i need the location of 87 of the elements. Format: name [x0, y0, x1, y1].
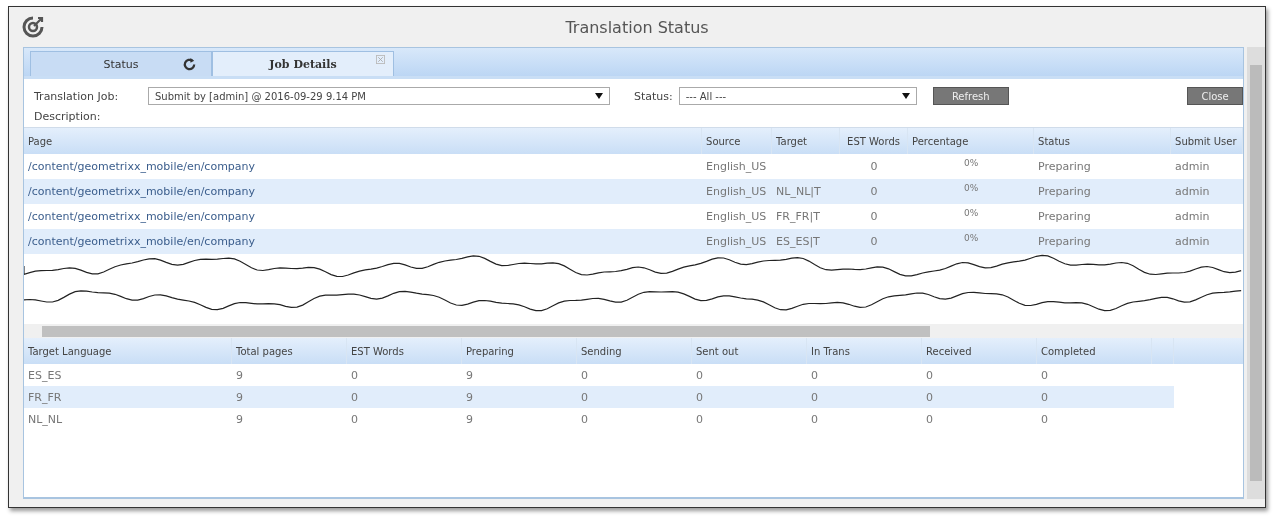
table-cell-text: 0 — [869, 159, 879, 175]
table-cell-text: 0% — [962, 207, 980, 220]
page-link[interactable]: /content/geometrixx_mobile/en/company — [24, 154, 703, 179]
table-cell-text: ES_ES|T — [775, 234, 821, 250]
table-cell-text: English_US — [705, 209, 768, 225]
table-cell-text: NL_NL — [27, 411, 64, 428]
table-cell-text: 0 — [580, 367, 589, 384]
table-cell-text: Preparing — [1037, 184, 1092, 200]
column-header[interactable]: Target — [772, 128, 841, 154]
table-cell-text: 0% — [962, 232, 980, 245]
table-cell-text: 9 — [235, 411, 244, 428]
column-header[interactable]: Target Language — [24, 338, 232, 364]
field-label: Description: — [34, 110, 102, 123]
column-header[interactable]: In Trans — [807, 338, 922, 364]
table-cell-text: 0 — [350, 411, 359, 428]
table-cell-text: 0 — [869, 209, 879, 225]
table-cell-text: 0 — [695, 411, 704, 428]
table-cell-text: 0 — [925, 367, 934, 384]
close-button[interactable]: Close — [1187, 87, 1244, 105]
table-cell-text: 9 — [235, 389, 244, 406]
table-cell-text: 9 — [465, 411, 474, 428]
table-cell-text: 0 — [810, 389, 819, 406]
logo-icon — [21, 15, 45, 39]
column-header[interactable]: Completed — [1037, 338, 1152, 364]
table-cell-text: 0 — [1040, 411, 1049, 428]
tab[interactable]: Job Details — [212, 51, 394, 76]
window-title: Translation Status — [564, 17, 710, 37]
table-cell-text: 0 — [580, 411, 589, 428]
horizontal-scrollbar[interactable] — [24, 324, 1244, 338]
status-dropdown[interactable]: --- All --- — [678, 87, 917, 105]
table-cell-text: 0 — [925, 389, 934, 406]
table-cell-text: 9 — [235, 367, 244, 384]
column-header[interactable]: Percentage — [908, 128, 1035, 154]
table-cell-text: 0 — [869, 234, 879, 250]
table-cell-text: 0 — [695, 367, 704, 384]
dropdown-arrow-icon — [901, 93, 910, 99]
table-cell-text: 9 — [465, 389, 474, 406]
table-cell-text: 0 — [350, 367, 359, 384]
table-cell-text: FR_FR — [27, 389, 63, 406]
table-cell-text: 0 — [1040, 367, 1049, 384]
column-header[interactable]: Submit User — [1171, 128, 1244, 154]
dropdown-arrow-icon — [595, 93, 603, 99]
page-link[interactable]: /content/geometrixx_mobile/en/company — [24, 204, 703, 229]
table-cell-text: admin — [1174, 209, 1211, 225]
table-cell-text: 0 — [869, 184, 879, 200]
table-cell-text: 0 — [925, 411, 934, 428]
vertical-scrollbar[interactable] — [1247, 47, 1265, 499]
table-cell-text: 0% — [962, 182, 980, 195]
table-cell-text: NL_NL|T — [775, 184, 822, 200]
table-cell-text: Preparing — [1037, 209, 1092, 225]
table-cell-text: 0 — [810, 367, 819, 384]
column-header[interactable]: Total pages — [232, 338, 347, 364]
tab[interactable]: Status — [30, 51, 212, 76]
refresh-button[interactable]: Refresh — [932, 87, 1009, 105]
table-cell-text: Preparing — [1037, 234, 1092, 250]
table-cell-text: FR_FR|T — [775, 209, 821, 225]
table-cell-text: ES_ES — [27, 367, 63, 384]
table-cell-text: 0% — [962, 157, 980, 170]
table-cell-text: English_US — [705, 234, 768, 250]
column-header[interactable]: Status — [1034, 128, 1172, 154]
table-cell-text: admin — [1174, 184, 1211, 200]
page-link[interactable]: /content/geometrixx_mobile/en/company — [24, 229, 703, 254]
column-header[interactable]: Received — [922, 338, 1037, 364]
table-cell-text: English_US — [705, 159, 768, 175]
column-header[interactable]: Sent out — [692, 338, 807, 364]
page-link[interactable]: /content/geometrixx_mobile/en/company — [24, 179, 703, 204]
field-label: Status: — [634, 89, 673, 103]
refresh-icon[interactable] — [182, 57, 197, 72]
table-cell-text: 0 — [580, 389, 589, 406]
field-label: Translation Job: — [34, 89, 120, 103]
table-cell-text: English_US — [705, 184, 768, 200]
close-icon[interactable] — [376, 55, 385, 64]
table-cell-text: 0 — [350, 389, 359, 406]
job-dropdown[interactable]: Submit by [admin] @ 2016-09-29 9.14 PM — [148, 87, 610, 105]
table-cell-text: Preparing — [1037, 159, 1092, 175]
table-cell-text: admin — [1174, 234, 1211, 250]
column-header[interactable]: Source — [702, 128, 773, 154]
column-header[interactable]: Sending — [577, 338, 692, 364]
column-header[interactable]: EST Words — [840, 128, 909, 154]
column-header[interactable]: Page — [24, 128, 703, 154]
table-cell-text: 0 — [695, 389, 704, 406]
table-cell-text: admin — [1174, 159, 1211, 175]
column-header[interactable]: Preparing — [462, 338, 577, 364]
table-cell-text: 9 — [465, 367, 474, 384]
table-cell-text: 0 — [810, 411, 819, 428]
column-header[interactable]: EST Words — [347, 338, 462, 364]
table-cell-text: 0 — [1040, 389, 1049, 406]
